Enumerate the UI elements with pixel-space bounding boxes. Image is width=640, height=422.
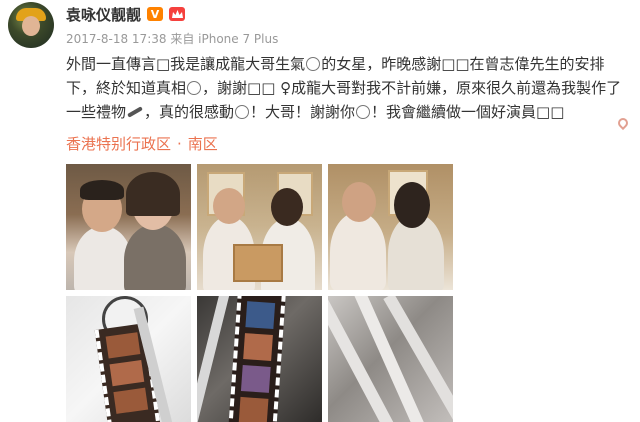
post-source: 来自 iPhone 7 Plus — [170, 32, 279, 46]
text-part-4: ，謝謝□□ ♀成龍大哥對我不計前嫌，原來很久前還為我製作 — [202, 79, 607, 97]
head-shape — [271, 188, 303, 226]
photo-6[interactable] — [328, 296, 453, 422]
film-frame — [113, 387, 149, 414]
person-shape — [330, 212, 386, 290]
face-shape — [22, 16, 40, 36]
film-frame — [240, 365, 271, 393]
post-text: 外間一直傳言□我是讓成龍大哥生氣 的女星，昨晚感謝□□在曾志偉先生的安排下，終於知… — [66, 52, 626, 124]
location-separator: · — [177, 135, 182, 153]
avatar[interactable] — [8, 2, 54, 48]
text-part-7: ！大哥！謝謝你 — [250, 103, 356, 121]
text-part-2: 的女星，昨晚感謝□□在曾志偉先生的安排 — [321, 55, 605, 73]
post-meta: 2017-8-18 17:38 来自 iPhone 7 Plus — [66, 30, 278, 47]
vip-badge-icon[interactable]: V — [147, 7, 164, 21]
location-link[interactable]: 香港特别行政区 · 南区 — [66, 133, 218, 154]
photo-2[interactable] — [197, 164, 322, 290]
crown-icon[interactable] — [169, 7, 186, 21]
text-part-1: 外間一直傳言□我是讓成龍大哥生氣 — [66, 55, 306, 73]
film-frame — [245, 301, 276, 330]
gift-box — [233, 244, 283, 282]
head-shape — [394, 182, 430, 228]
film-frame — [109, 359, 145, 387]
text-part-6: ，真的很感動 — [144, 103, 235, 121]
head-shape — [213, 188, 245, 224]
location-city[interactable]: 香港特别行政区 — [66, 135, 171, 153]
film-strip — [228, 296, 286, 422]
smile-emoji-icon — [187, 81, 202, 95]
user-row: 袁咏仪靓靓 V — [66, 4, 186, 25]
hair-shape — [126, 172, 180, 216]
film-frame — [105, 332, 141, 359]
film-frame — [238, 396, 269, 422]
pen-emoji-icon — [127, 106, 143, 118]
clear-strip — [354, 296, 426, 422]
film-frame — [243, 333, 273, 361]
head-shape — [342, 182, 376, 222]
text-part-3: 下，終於知道真相 — [66, 79, 187, 97]
photo-4[interactable] — [66, 296, 191, 422]
photo-3[interactable] — [328, 164, 453, 290]
hair-shape — [80, 180, 124, 200]
photo-1[interactable] — [66, 164, 191, 290]
location-district[interactable]: 南区 — [188, 135, 218, 153]
crying-emoji-icon — [235, 105, 250, 119]
photo-5[interactable] — [197, 296, 322, 422]
clear-strip — [197, 296, 230, 422]
wink-emoji-icon — [356, 105, 371, 119]
smile-emoji-icon — [306, 57, 321, 71]
person-shape — [124, 224, 186, 290]
post-timestamp[interactable]: 2017-8-18 17:38 — [66, 32, 167, 46]
text-part-8: ！我會繼續做一個好演員□□ — [371, 103, 565, 121]
username[interactable]: 袁咏仪靓靓 — [66, 4, 141, 25]
